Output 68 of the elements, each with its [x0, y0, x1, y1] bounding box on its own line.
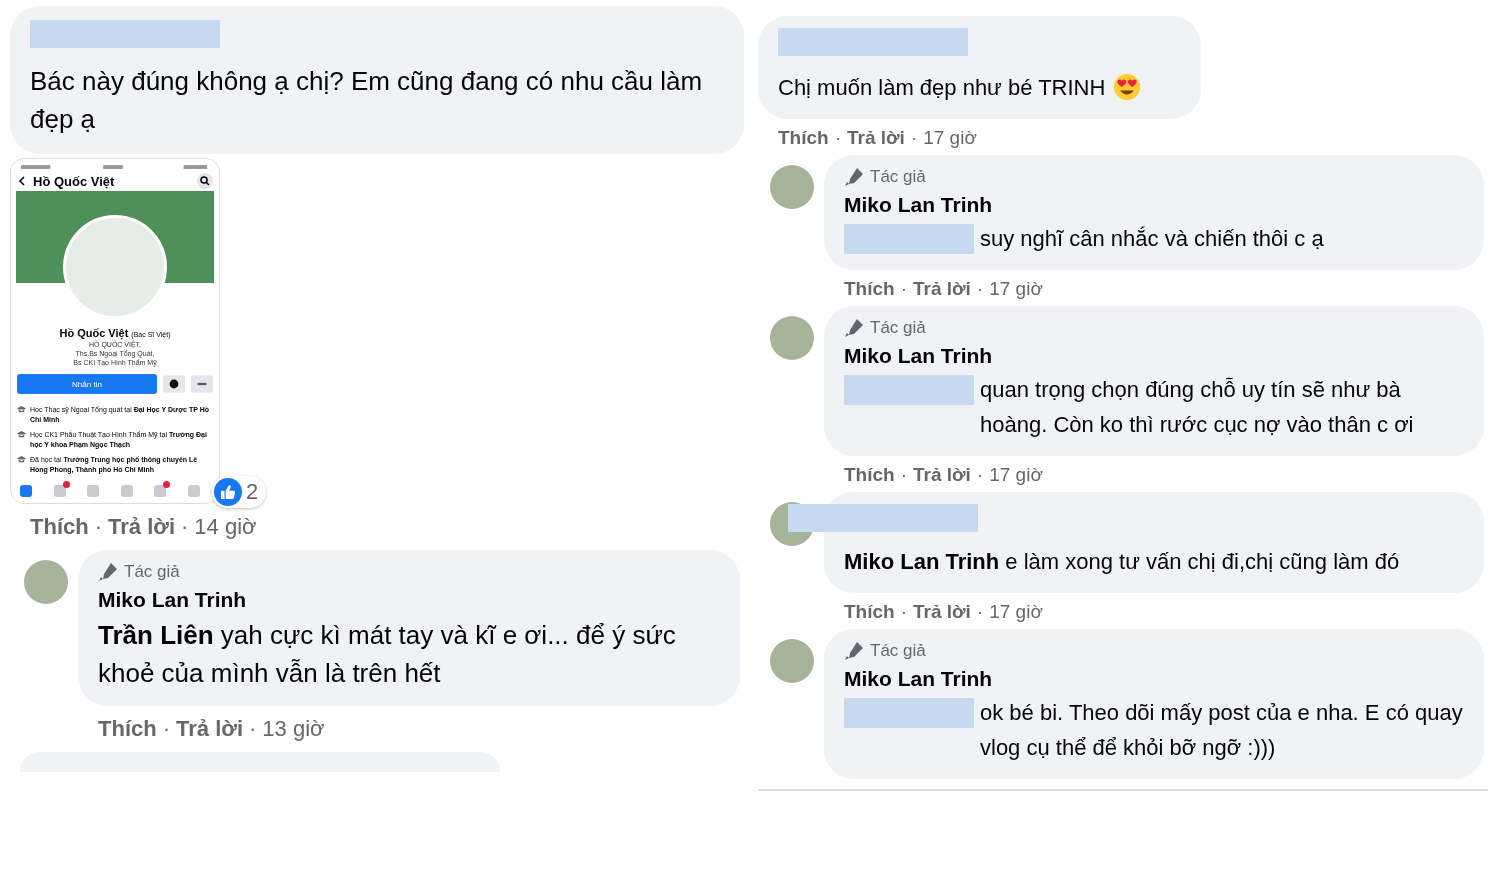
- like-link[interactable]: Thích: [778, 127, 829, 149]
- reply-link[interactable]: Trả lời: [847, 127, 905, 149]
- profile-screenshot[interactable]: [10, 158, 220, 504]
- graduation-cap-icon: [17, 430, 26, 439]
- like-link[interactable]: Thích: [30, 514, 89, 540]
- profile-name: Hồ Quốc Việt: [59, 327, 129, 339]
- timestamp: 14 giờ: [194, 514, 257, 540]
- author-label: Tác giả: [870, 167, 926, 187]
- timestamp: 17 giờ: [989, 601, 1043, 623]
- messenger-icon[interactable]: [163, 374, 185, 394]
- author-name[interactable]: Miko Lan Trinh: [844, 344, 1464, 368]
- author-name[interactable]: Miko Lan Trinh: [98, 588, 720, 612]
- pen-icon: [844, 641, 864, 661]
- comment-text: Chị muốn làm đẹp như bé TRINH: [778, 74, 1106, 102]
- avatar[interactable]: [770, 316, 814, 360]
- avatar[interactable]: [24, 560, 68, 604]
- separator-dot: ·: [900, 278, 907, 300]
- separator-dot: ·: [900, 601, 907, 623]
- separator-dot: ·: [249, 716, 257, 742]
- separator-dot: ·: [162, 716, 170, 742]
- author-name[interactable]: Miko Lan Trinh: [844, 193, 1464, 217]
- reply-link[interactable]: Trả lời: [176, 716, 243, 742]
- more-icon[interactable]: [191, 374, 213, 394]
- avatar[interactable]: [770, 639, 814, 683]
- author-name[interactable]: Miko Lan Trinh: [844, 667, 1464, 691]
- separator-dot: ·: [976, 464, 984, 486]
- author-label: Tác giả: [124, 562, 180, 582]
- reply-link[interactable]: Trả lời: [108, 514, 175, 540]
- separator-dot: ·: [976, 278, 984, 300]
- comment-text: suy nghĩ cân nhắc và chiến thôi c ạ: [980, 225, 1324, 253]
- timestamp: 17 giờ: [923, 127, 977, 149]
- timestamp: 17 giờ: [989, 464, 1043, 486]
- like-link[interactable]: Thích: [98, 716, 157, 742]
- profile-title: Hồ Quốc Việt: [33, 173, 116, 189]
- like-link[interactable]: Thích: [844, 601, 895, 623]
- search-icon[interactable]: [197, 173, 213, 189]
- graduation-cap-icon: [17, 405, 26, 414]
- tab-icon[interactable]: [20, 485, 32, 497]
- comment-text: Bác này đúng không ạ chị? Em cũng đang có nhu cầu làm đẹp ạ: [30, 65, 704, 136]
- message-button[interactable]: Nhắn tin: [17, 374, 157, 394]
- separator-dot: ·: [834, 127, 841, 149]
- reaction-count[interactable]: 2: [212, 476, 267, 508]
- timestamp: 13 giờ: [262, 716, 325, 742]
- avatar[interactable]: [770, 165, 814, 209]
- author-label: Tác giả: [870, 318, 926, 338]
- thumbs-up-icon: [214, 478, 242, 506]
- separator-dot: ·: [181, 514, 189, 540]
- pen-icon: [98, 562, 118, 582]
- separator-dot: ·: [910, 127, 918, 149]
- author-label: Tác giả: [870, 641, 926, 661]
- separator-dot: ·: [976, 601, 984, 623]
- back-chevron-icon[interactable]: [17, 176, 27, 186]
- reply-link[interactable]: Trả lời: [913, 278, 971, 300]
- reply-link[interactable]: Trả lời: [913, 464, 971, 486]
- comment-text: ok bé bi. Theo dõi mấy post của e nha. E có quay vlog cụ thể để khỏi bỡ ngỡ :))): [980, 699, 1464, 762]
- graduation-cap-icon: [17, 455, 26, 464]
- comment-text: Trần Liên yah cực kì mát tay và kĩ e ơi... để ý sức khoẻ của mình vẫn là trên hết: [98, 619, 677, 690]
- comment-text: Miko Lan Trinh e làm xong tư vấn chị đi,chị cũng làm đó: [844, 548, 1400, 576]
- pen-icon: [844, 167, 864, 187]
- pen-icon: [844, 318, 864, 338]
- comment-text: quan trọng chọn đúng chỗ uy tín sẽ như bà hoàng. Còn ko thì rước cục nợ vào thân c ơi: [980, 376, 1415, 439]
- timestamp: 17 giờ: [989, 278, 1043, 300]
- separator-dot: ·: [900, 464, 907, 486]
- like-link[interactable]: Thích: [844, 278, 895, 300]
- separator-dot: ·: [94, 514, 102, 540]
- reply-link[interactable]: Trả lời: [913, 601, 971, 623]
- like-link[interactable]: Thích: [844, 464, 895, 486]
- heart-eyes-emoji-icon: [1113, 73, 1142, 101]
